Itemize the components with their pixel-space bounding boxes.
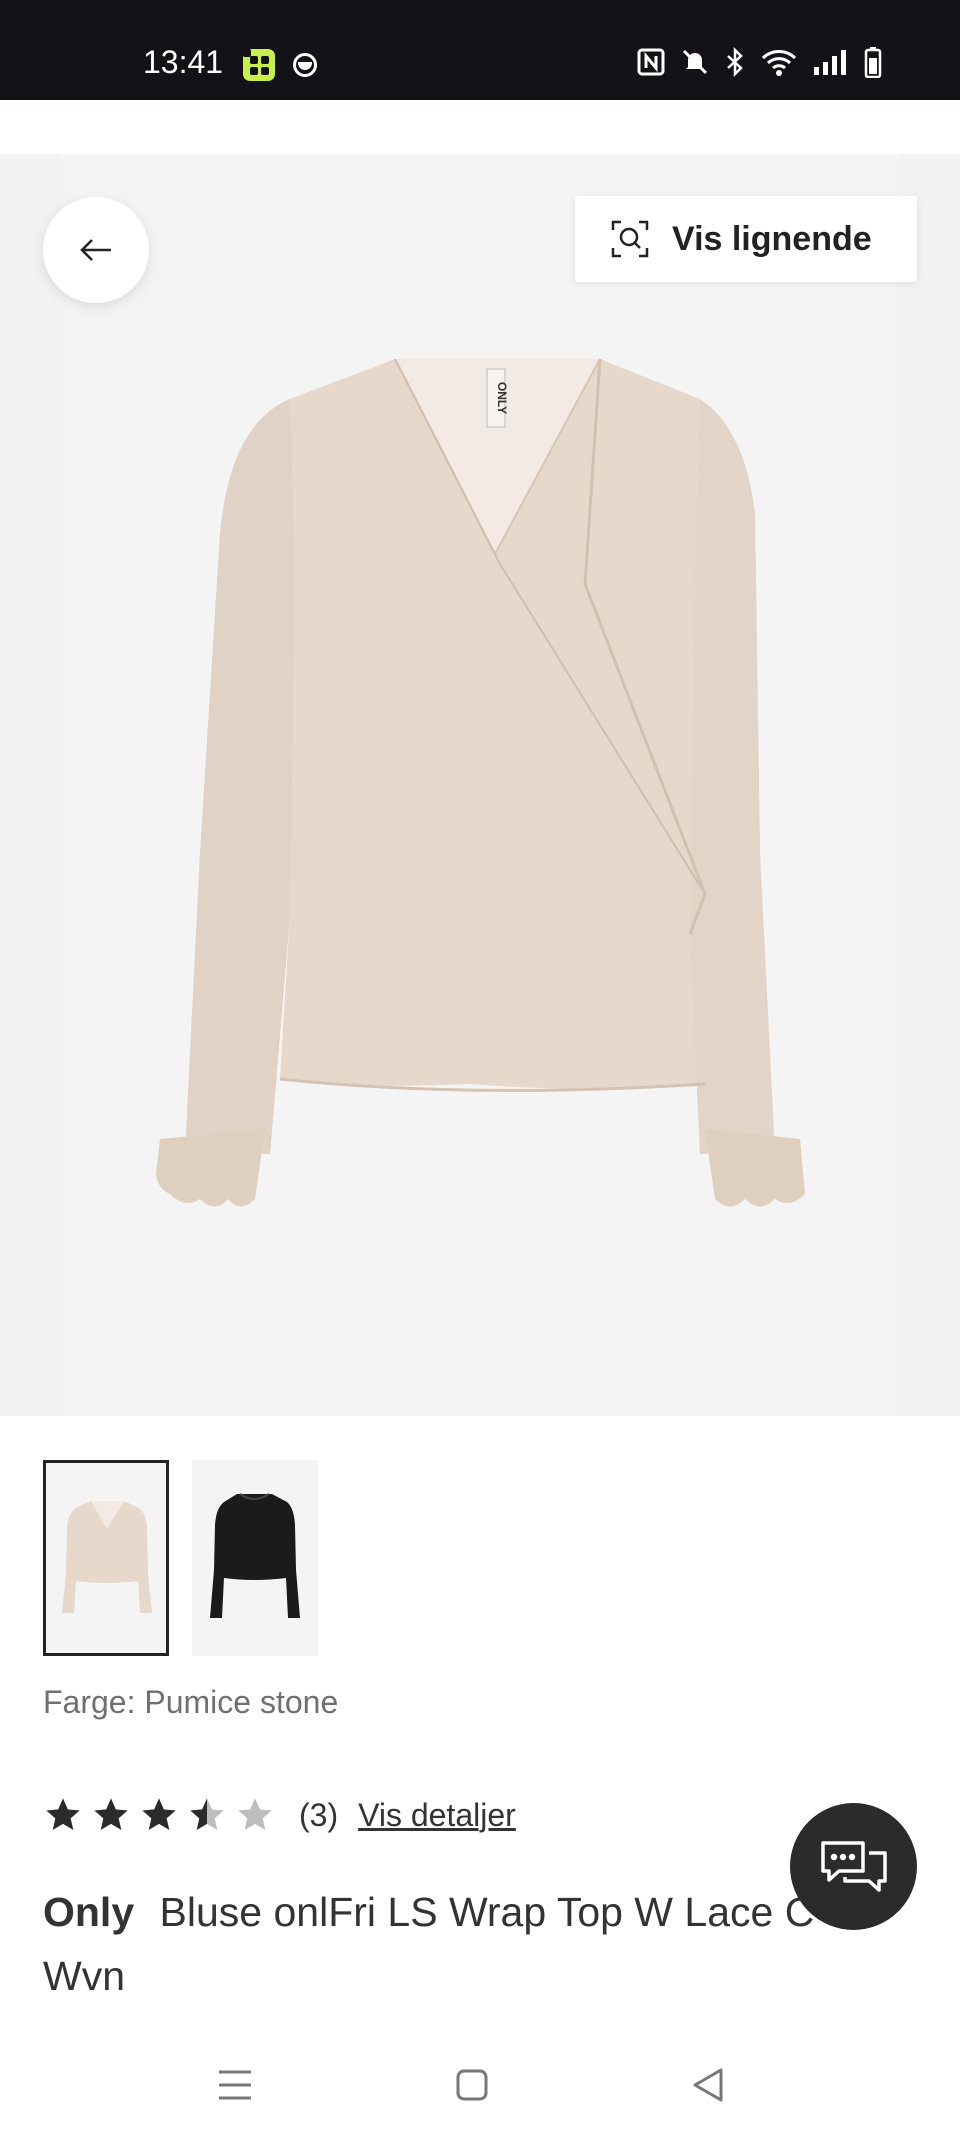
app-grid-icon (243, 49, 275, 81)
star-half-icon (190, 1798, 224, 1830)
home-button[interactable] (442, 2055, 502, 2115)
signal-icon (814, 50, 846, 75)
star-filled-icon (94, 1798, 128, 1830)
rating-count: (3) (299, 1796, 339, 1833)
star-empty-icon (238, 1798, 272, 1830)
visual-search-icon (611, 220, 649, 258)
wifi-icon (761, 50, 797, 76)
system-back-button[interactable] (678, 2055, 738, 2115)
home-square-icon (456, 2069, 488, 2101)
rating-stars (43, 1795, 275, 1835)
thumbnail-black[interactable] (192, 1460, 318, 1656)
moon-icon (293, 53, 317, 77)
star-filled-icon (142, 1798, 176, 1830)
show-similar-label: Vis lignende (672, 219, 872, 258)
mute-icon (682, 49, 708, 75)
color-label: Farge: Pumice stone (43, 1684, 339, 1720)
product-image: ONLY (156, 358, 805, 1207)
menu-lines-icon (219, 2070, 251, 2100)
nfc-icon (637, 48, 665, 76)
star-filled-icon (46, 1798, 80, 1830)
product-name: Bluse onlFri LS Wrap Top W Lace C Wvn (43, 1889, 815, 1999)
show-similar-button[interactable]: Vis lignende (575, 196, 917, 282)
status-time: 13:41 (143, 44, 224, 80)
svg-text:ONLY: ONLY (495, 382, 509, 414)
header-area (0, 100, 960, 154)
back-button[interactable] (43, 197, 149, 303)
status-icons (636, 46, 882, 78)
brand-name[interactable]: Only (43, 1889, 134, 1935)
bluetooth-icon (727, 47, 743, 77)
thumbnail-image (62, 1501, 152, 1613)
thumbnail-pumice-stone[interactable] (43, 1460, 169, 1656)
status-bar: 13:41 (0, 0, 960, 100)
product-image-gallery[interactable]: ONLY Vis lignende (0, 154, 960, 1416)
chat-button[interactable] (790, 1803, 917, 1930)
battery-icon (864, 47, 882, 78)
show-details-link[interactable]: Vis detaljer (358, 1797, 516, 1834)
product-title: Only Bluse onlFri LS Wrap Top W Lace C W… (43, 1880, 863, 2008)
system-nav-bar (0, 2033, 960, 2133)
thumbnail-image (210, 1493, 300, 1618)
back-triangle-icon (693, 2068, 723, 2102)
chat-icon (820, 1840, 887, 1892)
recent-apps-button[interactable] (205, 2055, 265, 2115)
product-rating: (3) Vis detaljer (43, 1795, 516, 1835)
arrow-left-icon (80, 239, 111, 261)
